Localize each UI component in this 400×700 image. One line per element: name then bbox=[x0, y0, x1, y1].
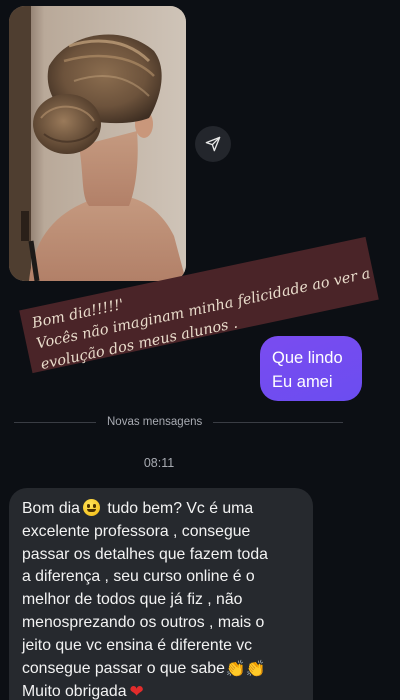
received-photo[interactable] bbox=[9, 6, 186, 281]
share-arrow-icon bbox=[205, 136, 221, 152]
received-line-1-end: tudo bem? Vc é uma bbox=[102, 500, 254, 517]
received-line-8-text: consegue passar o que sabe bbox=[22, 659, 225, 677]
divider-line-right bbox=[213, 421, 344, 423]
chat-thread: Bom dia!!!!!' Vocês não imaginam minha f… bbox=[0, 0, 400, 700]
received-line-4: a diferença , seu curso online é o bbox=[22, 568, 255, 586]
message-timestamp: 08:11 bbox=[143, 456, 175, 470]
share-button[interactable] bbox=[195, 126, 231, 162]
received-line-5: melhor de todos que já fiz , não bbox=[22, 591, 243, 609]
photo-illustration bbox=[9, 6, 186, 281]
received-line-3: passar os detalhes que fazem toda bbox=[22, 545, 268, 563]
smiley-emoji-icon bbox=[82, 499, 100, 516]
new-messages-label: Novas mensagens bbox=[107, 416, 203, 428]
received-message-bubble[interactable]: Bom dia tudo bem? Vc é uma excelente pro… bbox=[9, 488, 313, 700]
received-line-7: jeito que vc ensina é diferente vc bbox=[22, 636, 253, 654]
received-line-9-text: Muito obrigada bbox=[22, 683, 127, 700]
received-line-6: menosprezando os outros , mais o bbox=[22, 613, 265, 631]
received-line-1-start: Bom dia bbox=[22, 500, 80, 517]
heart-emoji-icon: ❤ bbox=[129, 682, 144, 700]
sent-message-bubble[interactable]: Que lindo Eu amei bbox=[260, 336, 362, 401]
sent-message-line-1: Que lindo bbox=[272, 349, 343, 367]
clapping-hands-emoji-icon: 👏👏 bbox=[225, 660, 266, 678]
received-line-1: Bom dia tudo bem? Vc é uma bbox=[22, 498, 301, 521]
received-line-8: consegue passar o que sabe👏👏 bbox=[22, 658, 301, 682]
new-messages-divider: Novas mensagens bbox=[0, 412, 400, 432]
divider-line-left bbox=[14, 421, 96, 423]
received-line-2: excelente professora , consegue bbox=[22, 522, 251, 540]
received-line-9: Muito obrigada ❤ bbox=[22, 681, 301, 700]
sent-message-line-2: Eu amei bbox=[272, 373, 333, 391]
